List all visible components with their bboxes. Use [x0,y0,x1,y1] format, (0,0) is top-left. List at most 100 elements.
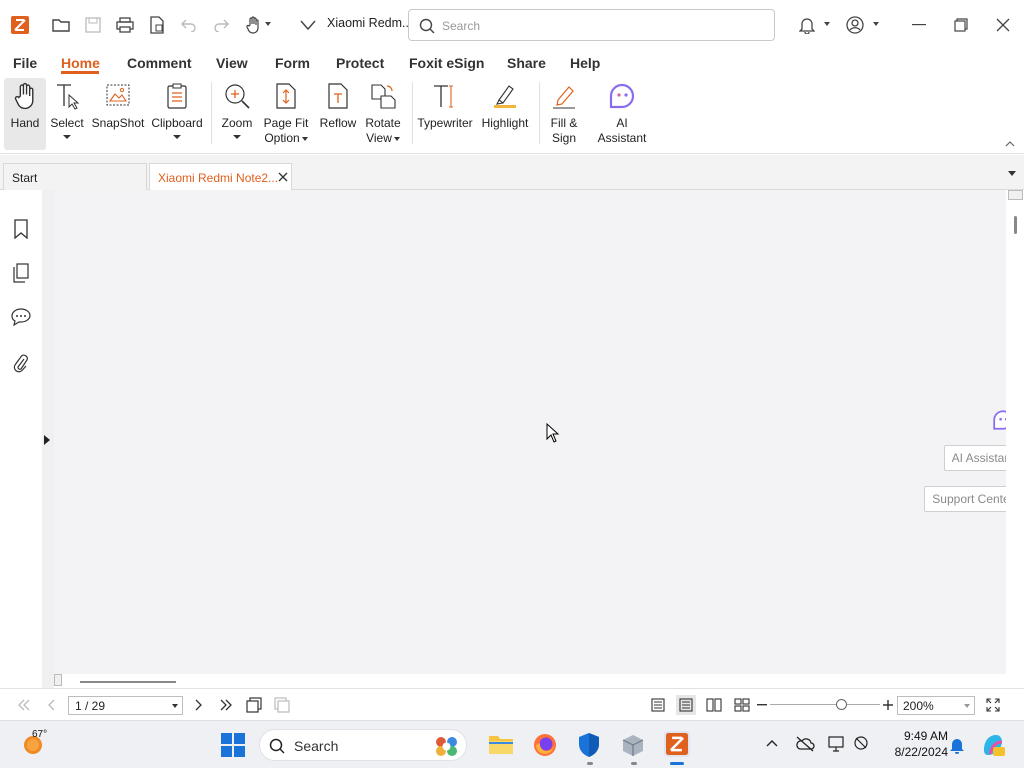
tab-document[interactable]: Xiaomi Redmi Note2... [149,163,292,190]
display-icon[interactable] [828,735,846,753]
rotate-view-icon [369,82,397,110]
previous-page-icon[interactable] [42,696,62,714]
menu-help[interactable]: Help [570,55,600,71]
facing-view-icon[interactable] [704,696,724,714]
zoom-slider-track[interactable] [770,704,880,705]
previous-view-icon[interactable] [244,696,264,714]
undo-icon[interactable] [178,14,200,36]
active-app-indicator [670,762,684,765]
horizontal-scrollbar[interactable] [54,674,1006,688]
hand-button[interactable]: Hand [4,78,46,150]
pages-thumbnail-icon[interactable] [10,261,32,285]
show-hidden-icons-chevron-icon[interactable] [766,739,778,747]
account-icon[interactable] [844,14,866,36]
menu-form[interactable]: Form [275,55,310,71]
collapse-ribbon-icon[interactable] [1003,138,1017,150]
single-page-view-icon[interactable] [648,696,668,714]
vertical-scroll-thumb[interactable] [1014,216,1017,234]
rotate-view-dropdown-icon[interactable] [393,136,400,141]
running-indicator [631,762,637,765]
typewriter-button[interactable]: Typewriter [416,78,474,150]
expand-panel-arrow-icon[interactable] [44,435,50,445]
notification-bell-icon[interactable] [796,14,818,36]
ai-assistant-button[interactable]: AI Assistant [594,78,650,150]
search-box[interactable] [408,9,775,41]
attachment-icon[interactable] [10,352,32,376]
document-viewport[interactable]: AI Assistant Support Center [54,190,1022,674]
next-view-icon[interactable] [272,696,292,714]
firefox-icon[interactable] [533,733,557,757]
vertical-scrollbar[interactable] [1006,190,1024,688]
menu-comment[interactable]: Comment [127,55,192,71]
system-clock[interactable]: 9:49 AM 8/22/2024 [878,728,948,760]
zoom-in-icon[interactable] [882,696,894,714]
copilot-icon[interactable] [980,732,1006,758]
last-page-icon[interactable] [216,696,236,714]
hand-tool-icon[interactable] [242,14,264,36]
redo-icon[interactable] [210,14,232,36]
zoom-out-icon[interactable] [756,696,768,714]
close-window-icon[interactable] [992,14,1014,36]
menu-foxit-esign[interactable]: Foxit eSign [409,55,484,71]
panel-splitter[interactable] [42,190,54,688]
select-dropdown-icon[interactable] [63,135,71,139]
page-dropdown-icon[interactable] [172,704,178,708]
bookmark-icon[interactable] [10,217,32,241]
comments-icon[interactable] [10,305,32,329]
menu-protect[interactable]: Protect [336,55,384,71]
menu-view[interactable]: View [216,55,248,71]
create-pdf-icon[interactable] [146,14,168,36]
first-page-icon[interactable] [14,696,34,714]
account-dropdown-icon[interactable] [873,22,879,26]
reflow-button[interactable]: Reflow [316,78,360,150]
onedrive-offline-icon[interactable] [795,736,815,752]
zoom-dropdown-icon[interactable] [964,704,970,708]
menu-share[interactable]: Share [507,55,546,71]
page-number-field[interactable]: 1 / 29 [68,696,183,715]
horizontal-scroll-thumb[interactable] [80,681,176,683]
clipboard-button[interactable]: Clipboard [148,78,206,150]
windows-security-icon[interactable] [577,732,601,758]
continuous-facing-view-icon[interactable] [732,696,752,714]
continuous-view-icon[interactable] [676,695,696,715]
search-input[interactable] [442,17,762,35]
quick-access-dropdown-icon[interactable] [265,22,271,26]
next-page-icon[interactable] [188,696,208,714]
foxit-taskbar-button[interactable] [664,731,690,757]
print-icon[interactable] [114,14,136,36]
page-fit-dropdown-icon[interactable] [301,136,308,141]
zoom-level-field[interactable]: 200% [897,696,975,715]
status-bar: 1 / 29 200% [0,688,1024,720]
windows-start-icon[interactable] [221,733,245,757]
select-button[interactable]: Select [48,78,86,150]
taskbar-search-box[interactable]: Search [259,729,467,761]
save-icon[interactable] [82,14,104,36]
tab-start[interactable]: Start [3,163,147,190]
file-explorer-icon[interactable] [488,733,514,755]
notification-dropdown-icon[interactable] [824,22,830,26]
minimize-icon[interactable] [908,14,930,36]
customize-toolbar-icon[interactable] [297,14,319,36]
rotate-view-button[interactable]: Rotate View [362,78,404,150]
notification-center-icon[interactable] [949,736,965,754]
fill-sign-icon [550,82,578,110]
fullscreen-icon[interactable] [983,696,1003,714]
archive-app-icon[interactable] [621,733,645,757]
highlight-button[interactable]: Highlight [478,78,532,150]
scroll-up-button[interactable] [1008,190,1023,200]
snapshot-button[interactable]: SnapShot [90,78,146,150]
menu-file[interactable]: File [13,55,37,71]
zoom-button[interactable]: Zoom [218,78,256,150]
clipboard-dropdown-icon[interactable] [173,135,181,139]
zoom-dropdown-icon[interactable] [233,135,241,139]
scroll-left-button[interactable] [54,674,62,686]
tab-list-dropdown-icon[interactable] [1008,171,1016,176]
open-folder-icon[interactable] [50,14,72,36]
fill-sign-button[interactable]: Fill & Sign [543,78,585,150]
restore-icon[interactable] [950,14,972,36]
menu-home[interactable]: Home [61,55,100,71]
network-settings-icon[interactable] [853,735,871,753]
page-fit-option-button[interactable]: Page Fit Option [260,78,312,150]
close-tab-icon[interactable] [278,172,288,182]
zoom-slider-thumb[interactable] [836,699,847,710]
